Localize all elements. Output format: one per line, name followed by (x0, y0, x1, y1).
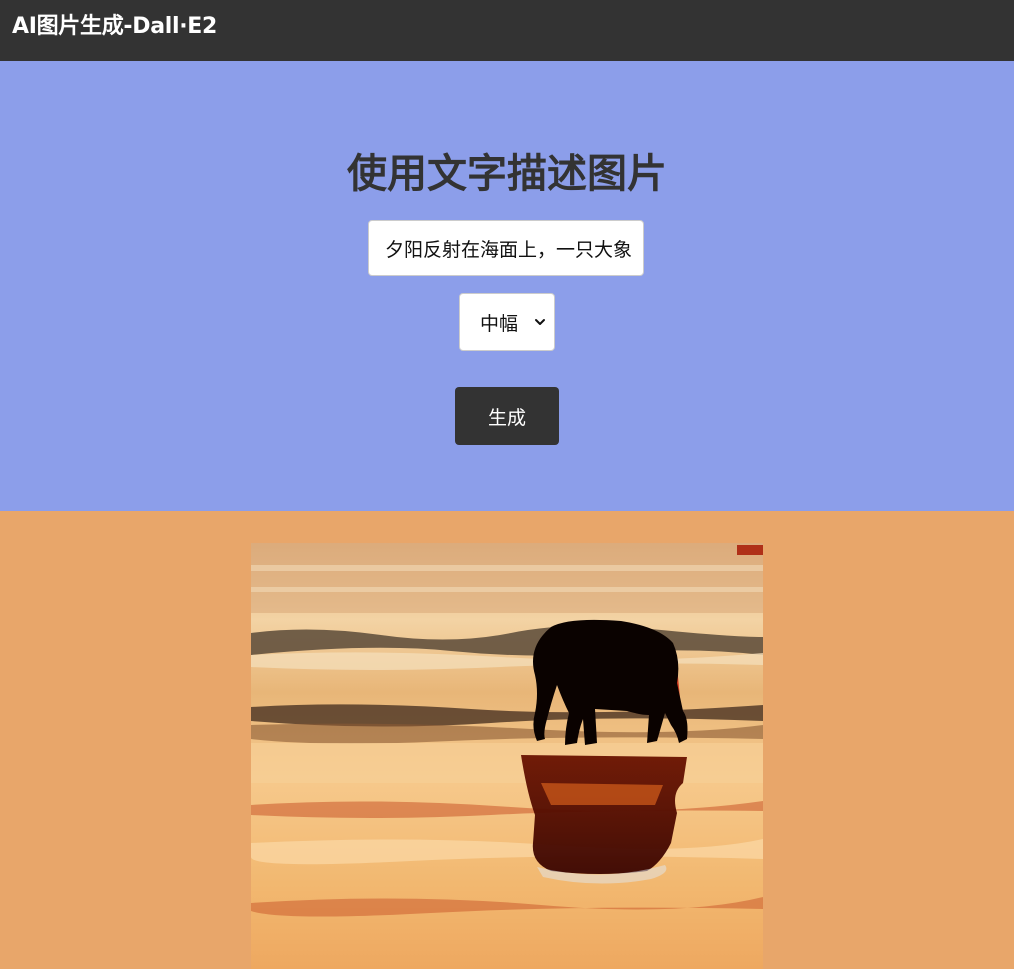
size-select-value: 中幅 (480, 312, 519, 335)
prompt-section: 使用文字描述图片 中幅 生成 (0, 61, 1014, 511)
generate-button[interactable]: 生成 (455, 387, 559, 445)
result-section (0, 511, 1014, 969)
generated-image (251, 543, 763, 969)
size-select[interactable]: 中幅 (459, 293, 555, 351)
prompt-input[interactable] (368, 220, 644, 276)
chevron-down-icon (535, 319, 545, 325)
brand-logo[interactable]: AI图片生成-Dall·E2 (12, 13, 217, 41)
page-title: 使用文字描述图片 (347, 151, 667, 197)
navbar: AI图片生成-Dall·E2 (0, 0, 1014, 61)
